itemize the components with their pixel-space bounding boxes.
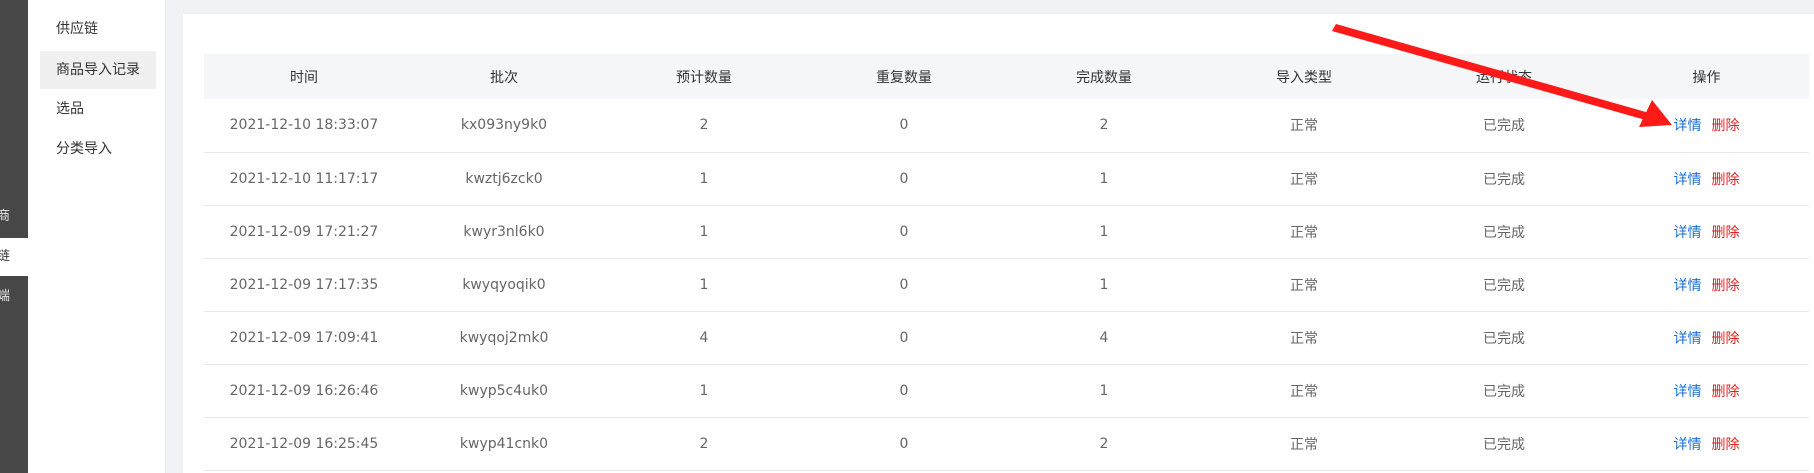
table-row: 2021-12-10 18:33:07 kx093ny9k0 2 0 2 正常 … — [204, 99, 1809, 153]
cell-expected: 4 — [604, 311, 804, 365]
cell-batch: kwyp5c4uk0 — [404, 364, 604, 418]
cell-status: 已完成 — [1404, 364, 1604, 418]
cell-type: 正常 — [1204, 205, 1404, 259]
cell-duplicate: 0 — [804, 364, 1004, 418]
cell-status: 已完成 — [1404, 205, 1604, 259]
cell-expected: 2 — [604, 417, 804, 471]
delete-link[interactable]: 删除 — [1712, 172, 1740, 188]
cell-batch: kwztj6zck0 — [404, 152, 604, 206]
cell-status: 已完成 — [1404, 417, 1604, 471]
cell-expected: 1 — [604, 258, 804, 312]
cell-batch: kwyqyoqik0 — [404, 258, 604, 312]
header-run-status: 运行状态 — [1404, 54, 1604, 99]
cell-batch: kwyqoj2mk0 — [404, 311, 604, 365]
import-records-table: 时间 批次 预计数量 重复数量 完成数量 导入类型 运行状态 操作 2021-1… — [204, 54, 1809, 471]
delete-link[interactable]: 删除 — [1712, 225, 1740, 241]
detail-link[interactable]: 详情 — [1674, 331, 1702, 347]
rail-item-supply-chain[interactable]: 链 — [0, 238, 28, 276]
table-header-row: 时间 批次 预计数量 重复数量 完成数量 导入类型 运行状态 操作 — [204, 54, 1809, 99]
delete-link[interactable]: 删除 — [1712, 278, 1740, 294]
cell-completed: 1 — [1004, 152, 1204, 206]
cell-expected: 1 — [604, 152, 804, 206]
delete-link[interactable]: 删除 — [1712, 384, 1740, 400]
cell-completed: 4 — [1004, 311, 1204, 365]
cell-status: 已完成 — [1404, 99, 1604, 153]
cell-duplicate: 0 — [804, 205, 1004, 259]
header-duplicate-count: 重复数量 — [804, 54, 1004, 99]
cell-duplicate: 0 — [804, 258, 1004, 312]
cell-actions: 详情 删除 — [1604, 205, 1809, 259]
cell-expected: 1 — [604, 364, 804, 418]
detail-link[interactable]: 详情 — [1674, 384, 1702, 400]
cell-type: 正常 — [1204, 99, 1404, 153]
content-panel: 时间 批次 预计数量 重复数量 完成数量 导入类型 运行状态 操作 2021-1… — [183, 14, 1814, 473]
detail-link[interactable]: 详情 — [1674, 278, 1702, 294]
sub-item-product-selection[interactable]: 选品 — [40, 90, 156, 128]
cell-batch: kwyp41cnk0 — [404, 417, 604, 471]
rail-item-client[interactable]: 端 — [0, 278, 28, 316]
header-import-type: 导入类型 — [1204, 54, 1404, 99]
cell-duplicate: 0 — [804, 99, 1004, 153]
cell-type: 正常 — [1204, 152, 1404, 206]
detail-link[interactable]: 详情 — [1674, 225, 1702, 241]
sub-item-import-records[interactable]: 商品导入记录 — [40, 51, 156, 89]
cell-time: 2021-12-10 18:33:07 — [204, 99, 404, 153]
sub-item-supply-chain[interactable]: 供应链 — [40, 10, 156, 48]
cell-duplicate: 0 — [804, 152, 1004, 206]
header-time: 时间 — [204, 54, 404, 99]
cell-type: 正常 — [1204, 258, 1404, 312]
delete-link[interactable]: 删除 — [1712, 437, 1740, 453]
main-nav-rail: 商 链 端 — [0, 0, 28, 473]
delete-link[interactable]: 删除 — [1712, 331, 1740, 347]
rail-item-mall[interactable]: 商 — [0, 198, 28, 236]
table-row: 2021-12-09 17:09:41 kwyqoj2mk0 4 0 4 正常 … — [204, 311, 1809, 365]
table-row: 2021-12-09 17:17:35 kwyqyoqik0 1 0 1 正常 … — [204, 258, 1809, 312]
cell-type: 正常 — [1204, 417, 1404, 471]
cell-expected: 1 — [604, 205, 804, 259]
sub-sidebar: 供应链 商品导入记录 选品 分类导入 — [28, 0, 166, 473]
cell-completed: 2 — [1004, 99, 1204, 153]
cell-duplicate: 0 — [804, 417, 1004, 471]
detail-link[interactable]: 详情 — [1674, 172, 1702, 188]
header-batch: 批次 — [404, 54, 604, 99]
cell-time: 2021-12-09 17:09:41 — [204, 311, 404, 365]
header-completed-count: 完成数量 — [1004, 54, 1204, 99]
cell-completed: 1 — [1004, 258, 1204, 312]
cell-duplicate: 0 — [804, 311, 1004, 365]
cell-time: 2021-12-09 16:26:46 — [204, 364, 404, 418]
delete-link[interactable]: 删除 — [1712, 118, 1740, 134]
table-row: 2021-12-09 16:25:45 kwyp41cnk0 2 0 2 正常 … — [204, 417, 1809, 471]
cell-time: 2021-12-10 11:17:17 — [204, 152, 404, 206]
cell-type: 正常 — [1204, 311, 1404, 365]
cell-actions: 详情 删除 — [1604, 364, 1809, 418]
cell-actions: 详情 删除 — [1604, 311, 1809, 365]
cell-actions: 详情 删除 — [1604, 152, 1809, 206]
cell-completed: 1 — [1004, 364, 1204, 418]
detail-link[interactable]: 详情 — [1674, 118, 1702, 134]
table-row: 2021-12-09 17:21:27 kwyr3nl6k0 1 0 1 正常 … — [204, 205, 1809, 259]
header-expected-count: 预计数量 — [604, 54, 804, 99]
cell-batch: kx093ny9k0 — [404, 99, 604, 153]
cell-status: 已完成 — [1404, 152, 1604, 206]
table-row: 2021-12-09 16:26:46 kwyp5c4uk0 1 0 1 正常 … — [204, 364, 1809, 418]
cell-expected: 2 — [604, 99, 804, 153]
cell-time: 2021-12-09 16:25:45 — [204, 417, 404, 471]
cell-batch: kwyr3nl6k0 — [404, 205, 604, 259]
sub-item-category-import[interactable]: 分类导入 — [40, 130, 156, 168]
cell-actions: 详情 删除 — [1604, 258, 1809, 312]
cell-completed: 1 — [1004, 205, 1204, 259]
cell-status: 已完成 — [1404, 311, 1604, 365]
cell-type: 正常 — [1204, 364, 1404, 418]
cell-completed: 2 — [1004, 417, 1204, 471]
cell-actions: 详情 删除 — [1604, 417, 1809, 471]
header-actions: 操作 — [1604, 54, 1809, 99]
cell-status: 已完成 — [1404, 258, 1604, 312]
cell-time: 2021-12-09 17:17:35 — [204, 258, 404, 312]
detail-link[interactable]: 详情 — [1674, 437, 1702, 453]
table-row: 2021-12-10 11:17:17 kwztj6zck0 1 0 1 正常 … — [204, 152, 1809, 206]
cell-actions: 详情 删除 — [1604, 99, 1809, 153]
cell-time: 2021-12-09 17:21:27 — [204, 205, 404, 259]
